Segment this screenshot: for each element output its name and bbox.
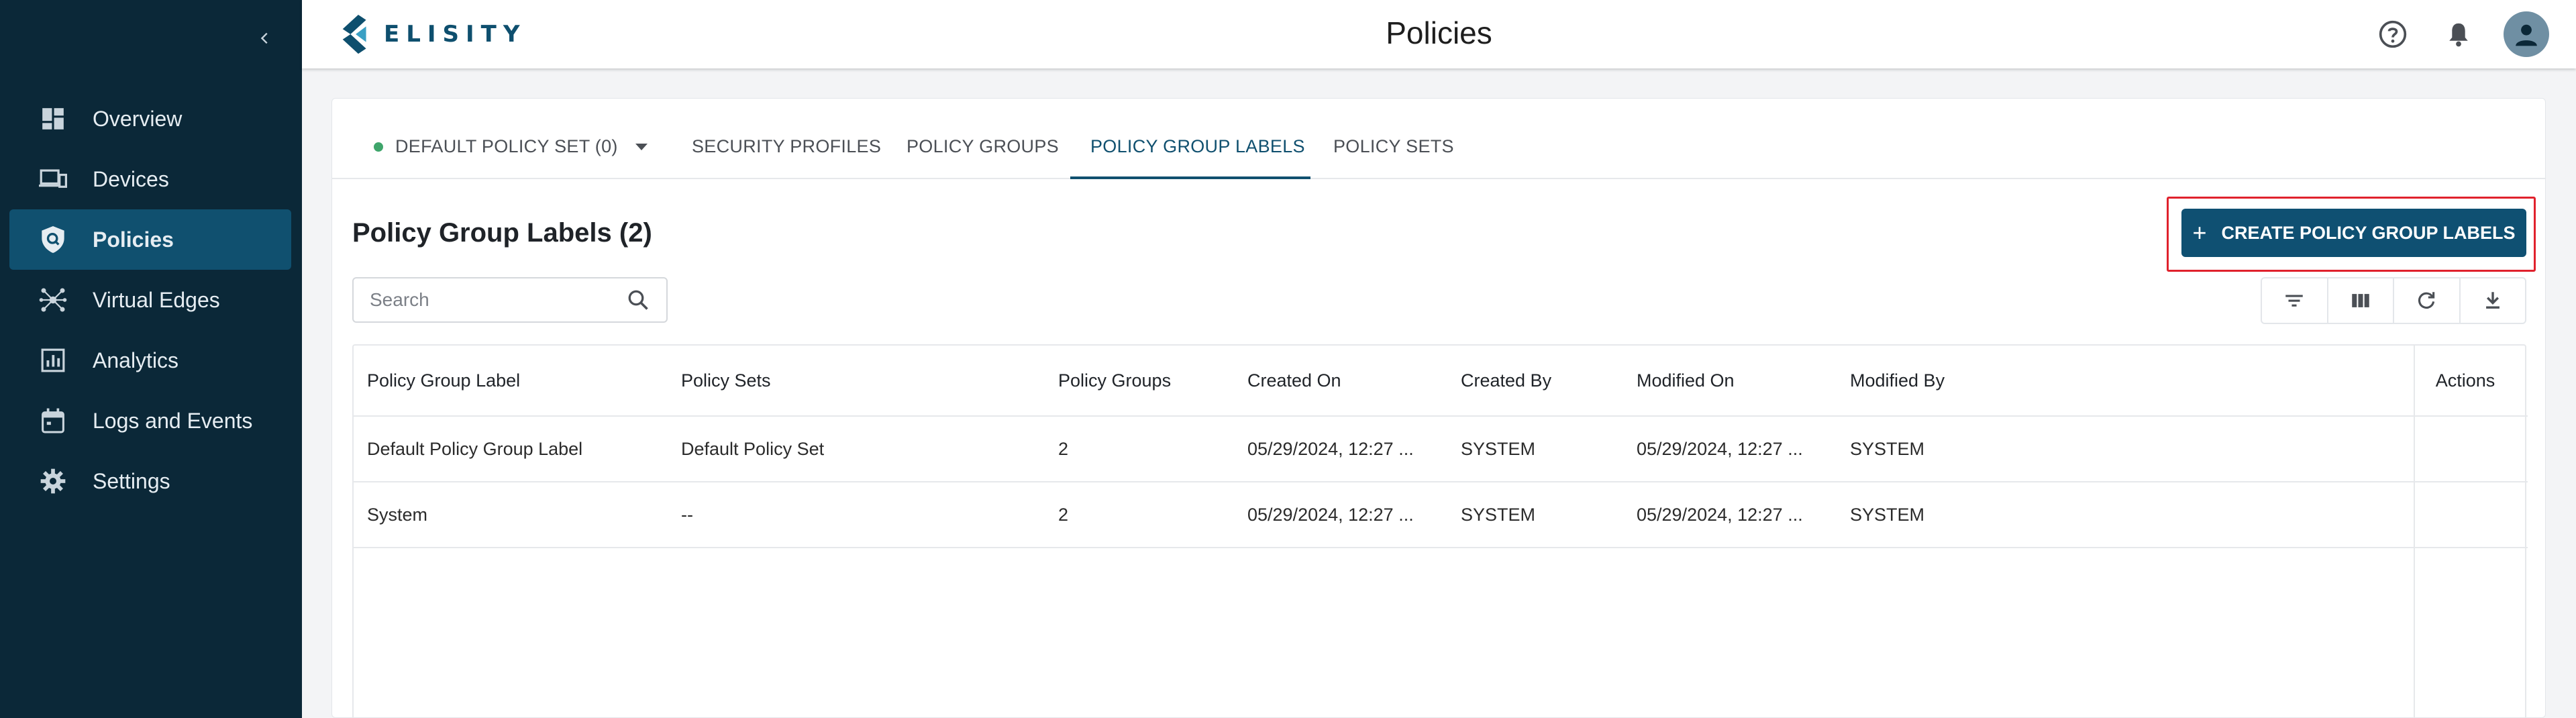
column-header-actions: Actions: [2435, 370, 2495, 391]
refresh-button[interactable]: [2394, 278, 2461, 323]
dashboard-icon: [38, 103, 68, 134]
cell-modified-on: 05/29/2024, 12:27 ...: [1637, 438, 1803, 459]
column-header[interactable]: Modified By: [1850, 370, 1945, 391]
table-row[interactable]: System -- 2 05/29/2024, 12:27 ... SYSTEM…: [354, 482, 2528, 548]
refresh-icon: [2418, 292, 2435, 309]
header-actions: [2372, 11, 2549, 57]
help-icon: [2379, 20, 2407, 48]
section-title: Policy Group Labels (2): [352, 218, 652, 248]
main-card: DEFAULT POLICY SET (0) SECURITY PROFILES…: [331, 98, 2546, 718]
create-button-label: CREATE POLICY GROUP LABELS: [2221, 222, 2516, 243]
column-header[interactable]: Created On: [1247, 370, 1341, 391]
sidebar-item-overview[interactable]: Overview: [9, 89, 291, 149]
cell-created-by: SYSTEM: [1461, 438, 1536, 459]
sidebar-item-logs-and-events[interactable]: Logs and Events: [9, 391, 291, 451]
caret-down-icon: [635, 143, 648, 150]
column-header[interactable]: Created By: [1461, 370, 1551, 391]
sidebar: Overview Devices Policies Virtual Edges …: [0, 0, 302, 718]
cell-policy-sets: --: [681, 504, 693, 525]
filter-button[interactable]: [2262, 278, 2328, 323]
columns-button[interactable]: [2328, 278, 2394, 323]
collapse-sidebar-button[interactable]: [254, 27, 276, 50]
status-dot: [374, 142, 383, 152]
tab-policy-groups[interactable]: POLICY GROUPS: [907, 136, 1059, 157]
sidebar-nav: Overview Devices Policies Virtual Edges …: [9, 89, 291, 511]
search-input[interactable]: [354, 278, 618, 321]
active-tab-indicator: [1070, 176, 1310, 179]
page-title: Policies: [1386, 15, 1492, 50]
chevron-left-icon: [260, 32, 268, 44]
cell-policy-group-label: System: [367, 504, 428, 525]
table-toolbar: [2261, 277, 2526, 324]
user-avatar[interactable]: [2504, 11, 2549, 57]
top-header: ELISITY Policies: [302, 0, 2576, 68]
table-row[interactable]: Default Policy Group Label Default Polic…: [354, 417, 2528, 482]
sidebar-item-settings[interactable]: Settings: [9, 451, 291, 511]
devices-icon: [38, 164, 68, 195]
plus-icon: +: [2192, 219, 2207, 246]
policy-set-label: DEFAULT POLICY SET (0): [395, 136, 618, 156]
download-icon: [2485, 292, 2500, 309]
create-policy-group-labels-button[interactable]: + CREATE POLICY GROUP LABELS: [2181, 209, 2526, 257]
column-header[interactable]: Policy Sets: [681, 370, 771, 391]
sidebar-item-devices[interactable]: Devices: [9, 149, 291, 209]
tab-policy-group-labels[interactable]: POLICY GROUP LABELS: [1090, 136, 1305, 157]
gear-icon: [38, 466, 68, 497]
analytics-chart-icon: [38, 345, 68, 376]
policy-tabs: DEFAULT POLICY SET (0) SECURITY PROFILES…: [332, 99, 2545, 179]
sidebar-item-policies[interactable]: Policies: [9, 209, 291, 270]
sidebar-item-label: Policies: [93, 227, 174, 252]
policy-set-dropdown[interactable]: DEFAULT POLICY SET (0): [374, 136, 648, 157]
cell-created-on: 05/29/2024, 12:27 ...: [1247, 438, 1414, 459]
calendar-icon: [38, 405, 68, 436]
actions-column-divider: [2414, 346, 2415, 718]
column-header[interactable]: Policy Group Label: [367, 370, 520, 391]
column-header[interactable]: Modified On: [1637, 370, 1735, 391]
sidebar-item-label: Settings: [93, 468, 170, 493]
cell-policy-groups: 2: [1058, 504, 1069, 525]
cell-policy-group-label: Default Policy Group Label: [367, 438, 583, 459]
table-header: Policy Group Label Policy Sets Policy Gr…: [354, 346, 2528, 417]
cell-policy-groups: 2: [1058, 438, 1069, 459]
sidebar-item-label: Virtual Edges: [93, 287, 220, 312]
sidebar-item-label: Logs and Events: [93, 408, 253, 433]
sidebar-item-label: Overview: [93, 106, 183, 131]
download-button[interactable]: [2461, 278, 2526, 323]
cell-modified-by: SYSTEM: [1850, 504, 1925, 525]
sidebar-item-label: Analytics: [93, 348, 179, 372]
bell-icon: [2449, 23, 2468, 47]
cell-policy-sets: Default Policy Set: [681, 438, 825, 459]
tab-policy-sets[interactable]: POLICY SETS: [1333, 136, 1454, 157]
cell-created-by: SYSTEM: [1461, 504, 1536, 525]
filter-icon: [2285, 295, 2303, 307]
tab-security-profiles[interactable]: SECURITY PROFILES: [692, 136, 881, 157]
cell-created-on: 05/29/2024, 12:27 ...: [1247, 504, 1414, 525]
cell-modified-on: 05/29/2024, 12:27 ...: [1637, 504, 1803, 525]
notifications-button[interactable]: [2438, 13, 2479, 55]
cell-modified-by: SYSTEM: [1850, 438, 1925, 459]
policy-shield-icon: [38, 224, 68, 255]
columns-icon: [2352, 294, 2369, 307]
sidebar-item-label: Devices: [93, 166, 169, 191]
column-header[interactable]: Policy Groups: [1058, 370, 1171, 391]
user-icon: [2516, 24, 2537, 46]
sidebar-item-analytics[interactable]: Analytics: [9, 330, 291, 391]
search-box: [352, 277, 668, 323]
network-hub-icon: [38, 285, 68, 315]
search-icon[interactable]: [618, 280, 658, 320]
policy-group-labels-table: Policy Group Label Policy Sets Policy Gr…: [352, 344, 2528, 718]
sidebar-item-virtual-edges[interactable]: Virtual Edges: [9, 270, 291, 330]
help-button[interactable]: [2372, 13, 2414, 55]
